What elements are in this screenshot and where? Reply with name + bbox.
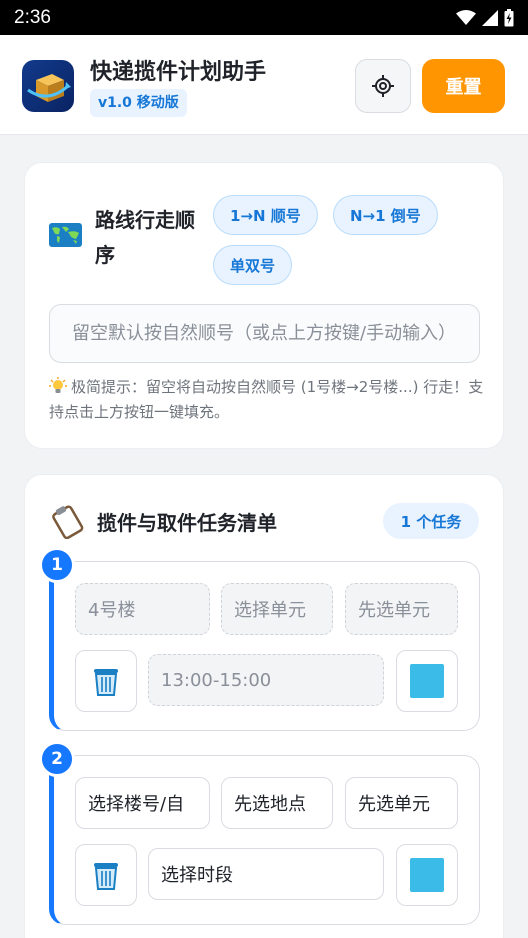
color-swatch: [410, 664, 444, 698]
version-badge: v1.0 移动版: [90, 89, 187, 117]
settings-button[interactable]: [355, 59, 411, 113]
descending-order-chip[interactable]: N→1 倒号: [333, 195, 438, 235]
app-logo-icon: [22, 60, 74, 112]
color-picker-button[interactable]: [396, 844, 458, 906]
time-slot-select[interactable]: 13:00-15:00: [148, 654, 384, 706]
world-map-icon: [49, 223, 82, 247]
system-icons: [456, 8, 514, 27]
trash-icon: [94, 669, 118, 696]
wifi-icon: [456, 9, 476, 25]
color-swatch: [410, 858, 444, 892]
task-count-badge: 1 个任务: [383, 503, 479, 539]
status-bar: 2:36: [0, 0, 528, 35]
tasks-title: 揽件与取件任务清单: [97, 511, 277, 535]
unit-select[interactable]: 选择单元: [221, 583, 333, 635]
task-index-badge: 2: [39, 741, 75, 777]
tasks-card: 揽件与取件任务清单 1 个任务 4号楼 选择单元 先选单元 13:00-15:0…: [24, 474, 504, 938]
location-select[interactable]: 先选地点: [221, 777, 333, 829]
app-header: 快递揽件计划助手 v1.0 移动版 重置: [0, 35, 528, 135]
building-select[interactable]: 4号楼: [75, 583, 210, 635]
app-title: 快递揽件计划助手: [90, 60, 267, 85]
color-picker-button[interactable]: [396, 650, 458, 712]
delete-task-button[interactable]: [75, 650, 137, 712]
reset-button[interactable]: 重置: [422, 59, 505, 113]
building-select[interactable]: 选择楼号/自: [75, 777, 210, 829]
route-tip: 极简提示：留空将自动按自然顺号 (1号楼→2号楼...) 行走！支持点击上方按钮…: [49, 375, 489, 425]
trash-icon: [94, 863, 118, 890]
ascending-order-chip[interactable]: 1→N 顺号: [213, 195, 318, 235]
sub-unit-select[interactable]: 先选单元: [345, 583, 458, 635]
time-slot-select[interactable]: 选择时段: [148, 848, 384, 900]
lightbulb-icon: [49, 377, 67, 393]
task-index-badge: 1: [39, 547, 75, 583]
route-card: 路线行走顺序 1→N 顺号 N→1 倒号 单双号 极简提示：留空将自动按自然顺号…: [24, 162, 504, 449]
status-time: 2:36: [14, 6, 51, 28]
clipboard-icon: [52, 505, 84, 539]
delete-task-button[interactable]: [75, 844, 137, 906]
gear-icon: [372, 75, 394, 97]
signal-icon: [482, 9, 498, 26]
route-title: 路线行走顺序: [95, 208, 195, 267]
task-item: 选择楼号/自 先选地点 先选单元 选择时段: [49, 755, 480, 925]
task-item: 4号楼 选择单元 先选单元 13:00-15:00: [49, 561, 480, 731]
route-tip-text: 极简提示：留空将自动按自然顺号 (1号楼→2号楼...) 行走！支持点击上方按钮…: [49, 378, 484, 421]
battery-icon: [504, 8, 514, 26]
odd-even-chip[interactable]: 单双号: [213, 245, 293, 285]
route-order-input[interactable]: [49, 304, 480, 363]
sub-unit-select[interactable]: 先选单元: [345, 777, 458, 829]
